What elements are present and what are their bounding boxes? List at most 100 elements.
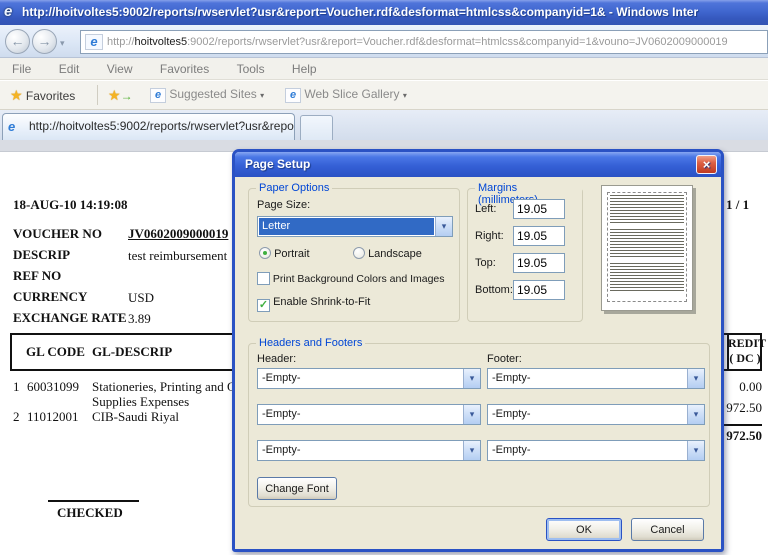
col-header-gl-descrip: GL-DESCRIP [92,344,172,360]
page-size-label: Page Size: [257,199,310,211]
row1-descrip-line2: Supplies Expenses [92,394,189,410]
preview-text-block [610,263,684,293]
favorites-star-icon: ★ [10,87,23,103]
ie-logo-icon: e [4,4,20,20]
header-select-1[interactable]: -Empty- ▾ [257,368,481,389]
dialog-close-button[interactable]: × [696,155,717,174]
print-background-label: Print Background Colors and Images [273,273,445,285]
preview-margin-outline [607,192,687,302]
dialog-body: Paper Options Page Size: Letter ▾ Portra… [235,177,721,549]
dropdown-arrow-icon[interactable]: ▾ [435,217,452,236]
dialog-titlebar[interactable]: Page Setup × [235,152,721,177]
recent-pages-dropdown[interactable]: ▾ [60,38,65,49]
field-label-exchange-rate: EXCHANGE RATE [13,310,127,326]
page-preview-thumbnail [601,185,693,311]
margins-group: Margins (millimeters) Left: Right: Top: … [467,188,583,322]
page-size-select[interactable]: Letter ▾ [257,216,453,237]
web-slice-gallery-label: Web Slice Gallery [304,87,399,101]
back-button[interactable]: ← [5,29,30,54]
ok-button[interactable]: OK [546,518,622,541]
dropdown-arrow-icon[interactable]: ▾ [687,405,704,424]
margin-bottom-label: Bottom: [475,284,513,296]
col-header-credit-line2: ( DC ) [728,351,762,366]
shrink-to-fit-checkbox[interactable]: ✓ Enable Shrink-to-Fit [257,296,370,312]
suggested-sites-button[interactable]: e Suggested Sites ▾ [150,87,264,103]
tab-favicon-icon: e [8,119,25,134]
footer-select-1-value: -Empty- [492,372,531,384]
menu-file[interactable]: File [0,58,43,76]
change-font-button[interactable]: Change Font [257,477,337,500]
header-select-3-value: -Empty- [262,444,301,456]
favorites-label: Favorites [26,89,75,103]
menu-edit[interactable]: Edit [47,58,92,76]
margin-right-input[interactable] [513,226,565,246]
menu-bar: File Edit View Favorites Tools Help [0,58,768,80]
add-favorite-star-icon: ★ [108,87,121,103]
back-icon: ← [11,33,25,49]
web-slice-gallery-button[interactable]: e Web Slice Gallery ▾ [285,87,407,103]
new-tab-button[interactable] [300,115,333,140]
shrink-to-fit-label: Enable Shrink-to-Fit [273,296,370,308]
address-bar-input[interactable]: e http://hoitvoltes5:9002/reports/rwserv… [80,30,768,54]
menu-tools[interactable]: Tools [225,58,277,76]
header-select-1-value: -Empty- [262,372,301,384]
landscape-label: Landscape [368,248,422,260]
margin-bottom-input[interactable] [513,280,565,300]
footer-select-3[interactable]: -Empty- ▾ [487,440,705,461]
landscape-radio[interactable]: Landscape [353,247,422,260]
checkbox-checked-icon: ✓ [257,299,270,312]
dropdown-arrow-icon[interactable]: ▾ [687,369,704,388]
margin-top-label: Top: [475,257,496,269]
toolbar-separator [97,85,98,105]
active-tab[interactable]: e http://hoitvoltes5:9002/reports/rwserv… [2,113,295,140]
menu-favorites[interactable]: Favorites [148,58,221,76]
page-setup-dialog: Page Setup × Paper Options Page Size: Le… [232,149,724,552]
window-title: http://hoitvoltes5:9002/reports/rwservle… [22,5,698,19]
favorites-button[interactable]: ★ Favorites [10,87,75,104]
header-select-3[interactable]: -Empty- ▾ [257,440,481,461]
field-value-currency: USD [128,290,154,306]
suggested-sites-label: Suggested Sites [169,87,256,101]
checked-label: CHECKED [57,505,123,521]
print-background-checkbox[interactable]: Print Background Colors and Images [257,272,445,285]
header-select-2[interactable]: -Empty- ▾ [257,404,481,425]
row1-descrip: Stationeries, Printing and Offic [92,379,232,395]
close-icon: × [703,157,711,172]
dropdown-arrow-icon[interactable]: ▾ [463,369,480,388]
footer-select-2[interactable]: -Empty- ▾ [487,404,705,425]
dropdown-arrow-icon[interactable]: ▾ [463,405,480,424]
url-protocol: http:// [107,36,135,48]
row2-descrip: CIB-Saudi Riyal [92,409,179,425]
header-select-2-value: -Empty- [262,408,301,420]
page-favicon-icon: e [85,34,103,50]
paper-options-group: Paper Options Page Size: Letter ▾ Portra… [248,188,460,322]
favorites-bar: ★ Favorites ★→ e Suggested Sites ▾ e Web… [0,81,768,110]
menu-view[interactable]: View [95,58,145,76]
cancel-button[interactable]: Cancel [631,518,704,541]
menu-help[interactable]: Help [280,58,329,76]
dropdown-arrow-icon[interactable]: ▾ [463,441,480,460]
suggested-sites-icon: e [150,88,166,103]
row2-code: 11012001 [27,409,79,425]
row1-num: 1 [13,379,20,395]
dropdown-arrow-icon[interactable]: ▾ [687,441,704,460]
report-datetime: 18-AUG-10 14:19:08 [13,197,127,213]
header-label: Header: [257,353,296,365]
window-titlebar[interactable]: e http://hoitvoltes5:9002/reports/rwserv… [0,0,768,25]
radio-selected-icon [259,247,271,259]
preview-text-block [610,229,684,259]
field-value-voucher-no: JV0602009000019 [128,226,228,242]
dialog-title: Page Setup [245,157,310,171]
margin-top-input[interactable] [513,253,565,273]
web-slice-gallery-icon: e [285,88,301,103]
forward-button[interactable]: → [32,29,57,54]
add-favorite-arrow-icon: → [121,89,133,103]
footer-select-1[interactable]: -Empty- ▾ [487,368,705,389]
add-to-favorites-button[interactable]: ★→ [108,87,133,104]
portrait-label: Portrait [274,248,309,260]
tab-title: http://hoitvoltes5:9002/reports/rwservle… [29,119,295,133]
footer-select-2-value: -Empty- [492,408,531,420]
chevron-down-icon: ▾ [60,38,65,48]
margin-left-input[interactable] [513,199,565,219]
portrait-radio[interactable]: Portrait [259,247,310,260]
